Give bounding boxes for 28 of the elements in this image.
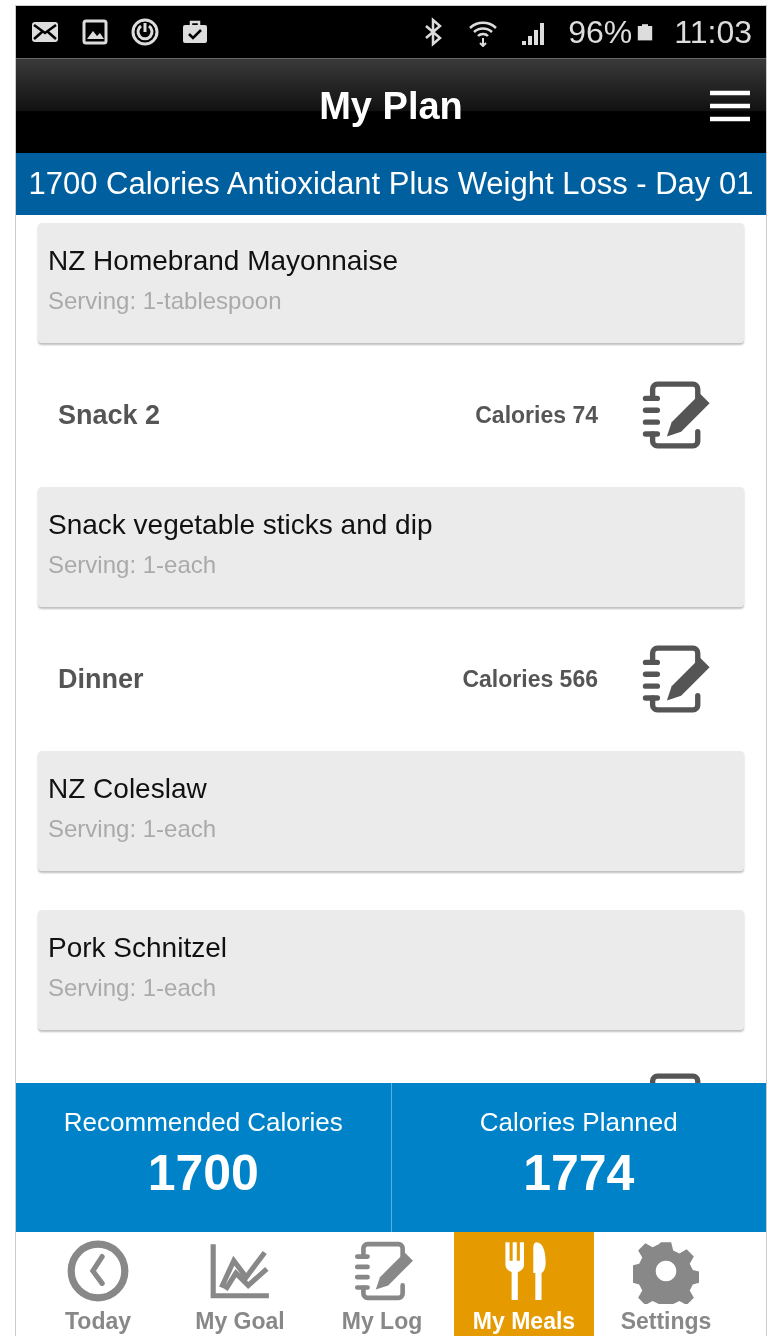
clock-time: 11:03 [674,13,752,51]
image-icon [80,17,110,47]
food-name: Snack vegetable sticks and dip [48,509,434,541]
food-card[interactable]: NZ Coleslaw Serving: 1-each [38,751,744,871]
menu-button[interactable] [710,89,750,123]
serving-text: Serving: 1-each [48,974,218,1002]
summary-label: Recommended Calories [63,1107,343,1138]
meal-calories: Calories 74 [475,401,598,429]
clock-icon [65,1238,131,1304]
screen-title: My Plan [319,84,463,128]
battery-percent: 96% [568,13,633,51]
summary-label: Calories Planned [479,1107,678,1138]
food-name: NZ Homebrand Mayonnaise [48,245,400,277]
meal-name: Dinner [58,663,145,695]
food-card[interactable]: NZ Homebrand Mayonnaise Serving: 1-tablespoon [38,223,744,343]
food-card[interactable]: Snack vegetable sticks and dip Serving: 1-each [38,487,744,607]
serving-text: Serving: 1-each [48,551,218,579]
serving-text: Serving: 1-tablespoon [48,287,283,315]
serving-text: Serving: 1-each [48,815,218,843]
nav-tab[interactable]: My Meals [454,1232,594,1336]
plan-banner: 1700 Calories Antioxidant Plus Weight Loss - Day 01 [16,153,766,215]
food-card[interactable]: Pork Schnitzel Serving: 1-each [38,910,744,1030]
summary-value: 1700 [147,1144,259,1202]
food-name: NZ Coleslaw [48,773,208,805]
food-name: Pork Schnitzel [48,932,228,964]
meal-name: Snack 2 [58,399,162,431]
summary-value: 1774 [523,1144,635,1202]
meal-calories: Calories 566 [462,665,598,693]
